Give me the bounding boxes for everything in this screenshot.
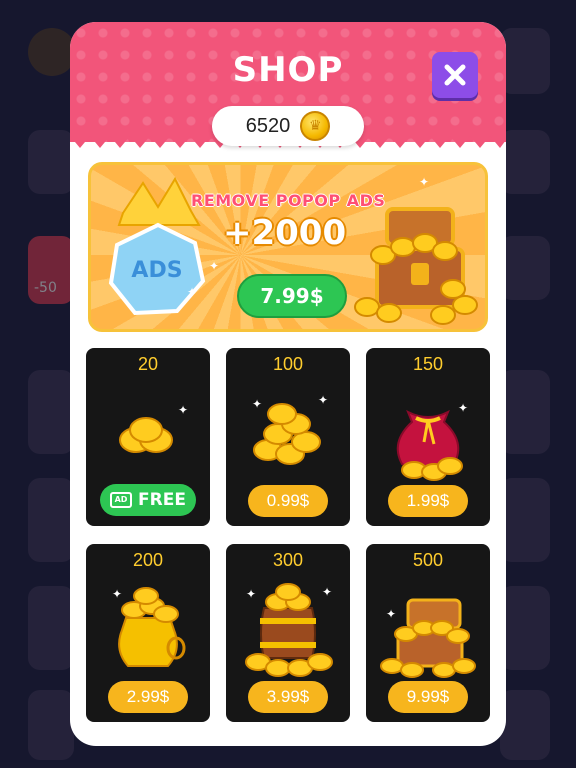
coin-pack-20[interactable]: 20 ✦ AD FREE	[86, 348, 210, 526]
coin-barrel-icon: ✦ ✦	[245, 583, 333, 677]
remove-ads-price-button[interactable]: 7.99$	[237, 274, 347, 318]
treasure-chest-icon: ✦	[380, 598, 476, 678]
free-label: FREE	[138, 490, 186, 510]
svg-text:✦: ✦	[458, 401, 468, 415]
pack-amount: 150	[412, 354, 444, 374]
coin-sack-icon: ✦	[396, 401, 468, 481]
svg-text:✦: ✦	[112, 587, 122, 601]
svg-text:✦: ✦	[246, 587, 256, 601]
coin-balance: 6520	[212, 106, 364, 146]
buy-button[interactable]: 1.99$	[388, 485, 468, 517]
buy-button[interactable]: 2.99$	[108, 681, 188, 713]
pack-amount: 20	[137, 354, 159, 374]
buy-button[interactable]: 3.99$	[248, 681, 328, 713]
treasure-chest-icon	[354, 207, 478, 325]
ads-badge-label: ADS	[131, 258, 182, 283]
pack-amount: 200	[132, 550, 164, 570]
coin-pot-icon: ✦	[112, 587, 186, 667]
coin-pack-300[interactable]: 300 ✦ ✦ 3.99$	[226, 544, 350, 722]
remove-ads-amount: +2000	[223, 213, 347, 253]
coin-pack-200[interactable]: 200 ✦ 2.99$	[86, 544, 210, 722]
svg-text:✦: ✦	[252, 397, 262, 411]
coin-stack-small-icon: ✦	[119, 403, 188, 453]
pack-amount: 500	[412, 550, 444, 570]
svg-text:✦: ✦	[386, 607, 396, 621]
coin-icon	[300, 111, 331, 141]
buy-button[interactable]: 0.99$	[248, 485, 328, 517]
svg-text:✦: ✦	[318, 393, 328, 407]
remove-ads-offer[interactable]: ADS REMOVE POPOP ADS +2000 7.99$ ✦ ✦ ✦	[88, 162, 488, 332]
pack-amount: 100	[272, 354, 304, 374]
coin-pack-500[interactable]: 500 ✦ 9.99$	[366, 544, 490, 722]
close-icon	[444, 64, 466, 86]
svg-text:✦: ✦	[322, 585, 332, 599]
sparkle-icon: ✦	[209, 259, 220, 273]
coin-pack-150[interactable]: 150 ✦ 1.99$	[366, 348, 490, 526]
coin-pile-icon: ✦ ✦	[252, 393, 328, 465]
pack-amount: 300	[272, 550, 304, 570]
coin-balance-value: 6520	[245, 114, 291, 137]
sparkle-icon: ✦	[187, 285, 198, 299]
ad-video-icon: AD	[110, 492, 133, 508]
watch-ad-free-button[interactable]: AD FREE	[100, 484, 196, 516]
sparkle-icon: ✦	[419, 175, 430, 189]
svg-text:✦: ✦	[178, 403, 188, 417]
coin-pack-100[interactable]: 100 ✦ ✦ 0.99$	[226, 348, 350, 526]
close-button[interactable]	[432, 52, 478, 98]
buy-button[interactable]: 9.99$	[388, 681, 468, 713]
shop-modal: SHOP 6520 ADS REMOVE POPOP ADS +2000 7.9…	[70, 22, 506, 746]
